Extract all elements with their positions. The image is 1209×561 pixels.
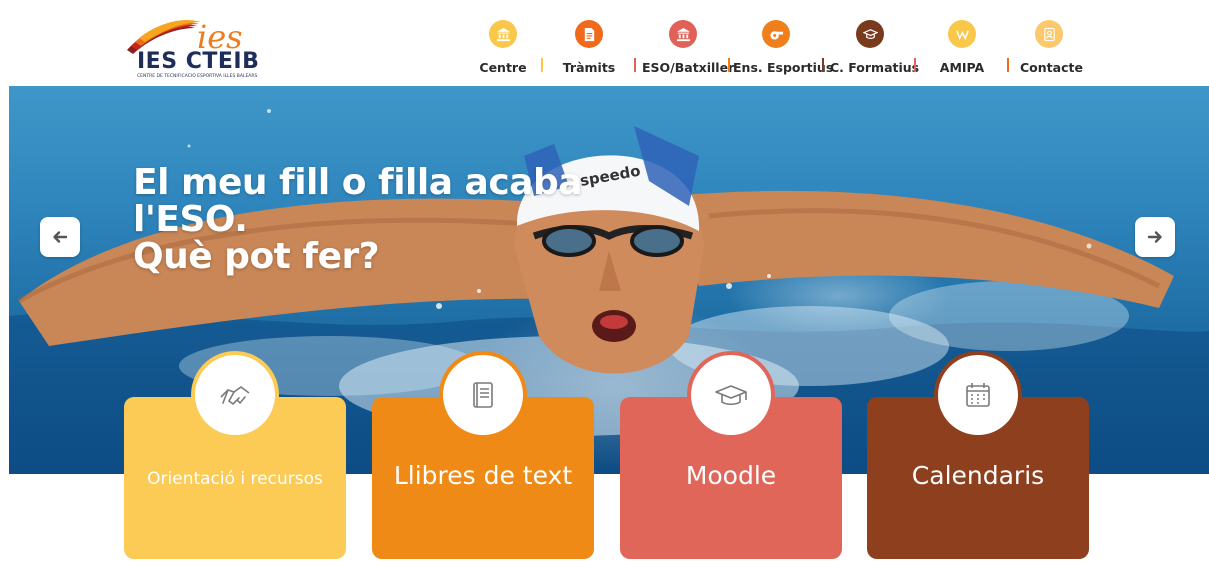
graduation-cap-icon [715, 385, 747, 406]
nav-label: ESO/Batxiller [642, 60, 735, 75]
hero-headline-line: El meu fill o filla acaba l'ESO. [133, 162, 583, 240]
calendar-icon [966, 383, 990, 407]
card-label: Moodle [685, 461, 777, 490]
nav-item-ens-esportius[interactable]: Ens. Esportius [733, 20, 834, 80]
nav-label: Centre [479, 60, 527, 75]
nav-separator [1007, 58, 1009, 72]
card-orientacio[interactable]: Orientació i recursos [124, 355, 346, 559]
nav-label: C. Formatius [830, 60, 920, 75]
nav-label: AMIPA [939, 60, 985, 75]
site-logo[interactable]: ies IES CTEIB CENTRE DE TECNIFICACIÓ ESP… [125, 14, 265, 80]
card-calendaris[interactable]: Calendaris [867, 355, 1089, 559]
nav-separator [728, 58, 730, 72]
slider-prev-button[interactable] [40, 217, 80, 257]
arrow-left-icon [53, 231, 68, 243]
card-moodle[interactable]: Moodle [620, 355, 842, 559]
nav-separator [914, 58, 916, 72]
book-icon [473, 382, 493, 408]
document-icon [575, 20, 603, 48]
card-icon-circle [443, 355, 523, 435]
nav-item-eso-batxiller[interactable]: ESO/Batxiller [642, 20, 735, 80]
nav-label: Tràmits [562, 60, 616, 75]
institution-icon [489, 20, 517, 48]
card-label: Calendaris [911, 461, 1045, 490]
handshake-icon [220, 386, 250, 406]
nav-item-centre[interactable]: Centre [476, 20, 530, 80]
logo-wordmark: IES CTEIB [137, 49, 260, 74]
hero-headline[interactable]: El meu fill o filla acaba l'ESO. Què pot… [133, 164, 693, 275]
institution-icon [669, 20, 697, 48]
family-icon [948, 20, 976, 48]
nav-item-contacte[interactable]: Contacte [1020, 20, 1083, 80]
card-label: Orientació i recursos [147, 469, 323, 489]
card-icon-circle [938, 355, 1018, 435]
arrow-right-icon [1147, 231, 1162, 243]
nav-label: Contacte [1020, 60, 1083, 75]
hero-headline-line: Què pot fer? [133, 236, 380, 277]
graduation-cap-icon [856, 20, 884, 48]
nav-item-tramits[interactable]: Tràmits [562, 20, 616, 80]
nav-item-c-formatius[interactable]: C. Formatius [830, 20, 920, 80]
card-icon-circle [195, 355, 275, 435]
slider-next-button[interactable] [1135, 217, 1175, 257]
nav-label: Ens. Esportius [733, 60, 834, 75]
page: ies IES CTEIB CENTRE DE TECNIFICACIÓ ESP… [0, 0, 1209, 561]
site-header: ies IES CTEIB CENTRE DE TECNIFICACIÓ ESP… [0, 0, 1209, 86]
contact-card-icon [1035, 20, 1063, 48]
whistle-icon [762, 20, 790, 48]
nav-item-amipa[interactable]: AMIPA [936, 20, 988, 80]
card-icon-circle [691, 355, 771, 435]
logo-subtitle: CENTRE DE TECNIFICACIÓ ESPORTIVA ILLES B… [137, 74, 258, 79]
nav-separator [634, 58, 636, 72]
card-llibres-de-text[interactable]: Llibres de text [372, 355, 594, 559]
nav-separator [822, 58, 824, 72]
card-label: Llibres de text [393, 461, 573, 490]
nav-separator [541, 58, 543, 72]
